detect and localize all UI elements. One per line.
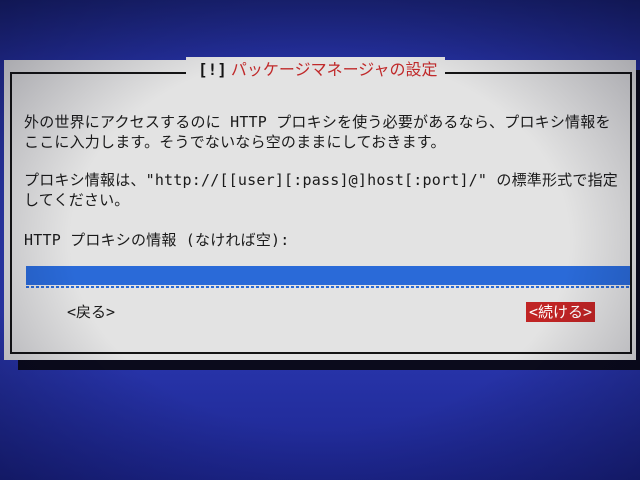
dialog-title: [!] パッケージマネージャの設定 xyxy=(186,57,446,83)
proxy-description: 外の世界にアクセスするのに HTTP プロキシを使う必要があるなら、プロキシ情報… xyxy=(24,113,611,151)
continue-button[interactable]: <続ける> xyxy=(526,302,596,322)
proxy-field-label: HTTP プロキシの情報 (なければ空): xyxy=(24,231,290,249)
http-proxy-input[interactable] xyxy=(26,266,630,285)
input-underline xyxy=(26,286,630,288)
title-warning-marker: [!] xyxy=(198,60,227,79)
proxy-format-hint: プロキシ情報は、"http://[[user][:pass]@]host[:po… xyxy=(24,171,618,209)
package-manager-config-dialog: [!] パッケージマネージャの設定 外の世界にアクセスするのに HTTP プロキシ… xyxy=(4,57,636,360)
back-button[interactable]: <戻る> xyxy=(64,302,118,322)
dialog-title-text: パッケージマネージャの設定 xyxy=(230,60,438,79)
